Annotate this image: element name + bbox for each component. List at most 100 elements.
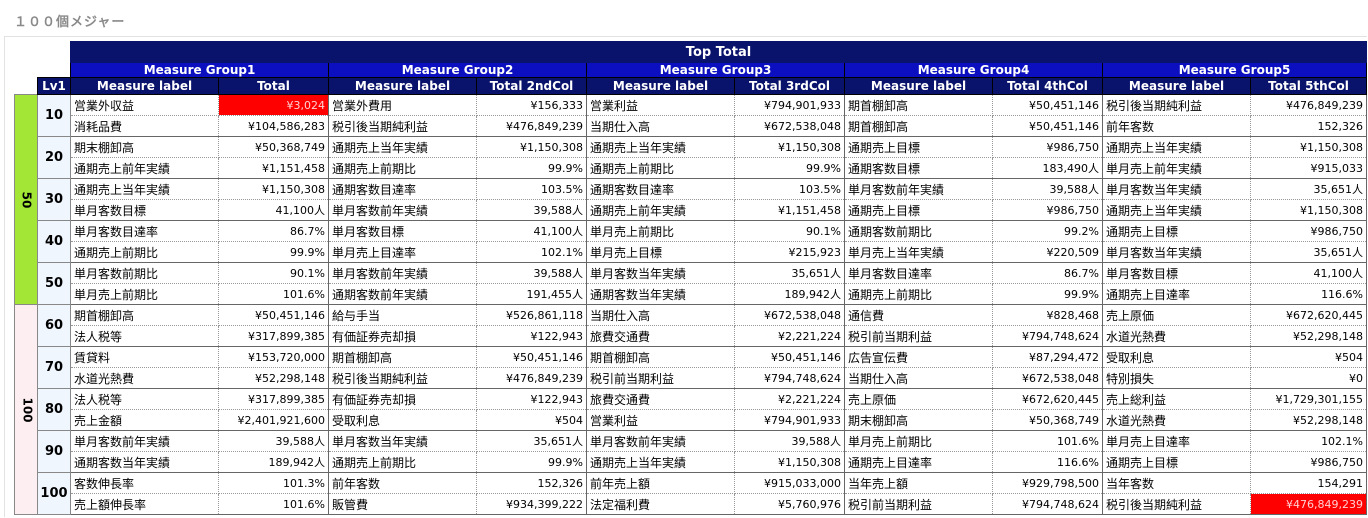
total-value-cell[interactable]: 189,942人 [218, 451, 329, 473]
measure-label-cell[interactable]: 売上総利益 [1102, 388, 1251, 410]
measure-label-cell[interactable]: 税引前当期利益 [586, 367, 735, 389]
total-value-cell[interactable]: ¥220,509 [992, 241, 1103, 263]
total-value-cell[interactable]: ¥50,451,146 [992, 94, 1103, 116]
total-value-cell[interactable]: ¥526,861,118 [476, 304, 587, 326]
total-value-cell[interactable]: 191,455人 [476, 283, 587, 305]
measure-label-cell[interactable]: 営業利益 [586, 94, 735, 116]
total-value-cell[interactable]: 152,326 [476, 472, 587, 494]
total-value-cell[interactable]: 102.1% [476, 241, 587, 263]
measure-label-cell[interactable]: 当年客数 [1102, 472, 1251, 494]
measure-label-cell[interactable]: 期末棚卸高 [70, 136, 219, 158]
measure-label-cell[interactable]: 営業外費用 [328, 94, 477, 116]
total-value-cell[interactable]: 99.9% [734, 157, 845, 179]
total-value-cell[interactable]: ¥986,750 [992, 136, 1103, 158]
measure-label-cell[interactable]: 通期売上当年実績 [586, 451, 735, 473]
measure-label-cell[interactable]: 営業利益 [586, 409, 735, 431]
measure-group-header[interactable]: Measure Group2 [328, 62, 587, 78]
measure-label-cell[interactable]: 単月客数前年実績 [844, 178, 993, 200]
measure-label-cell[interactable]: 有価証券売却損 [328, 388, 477, 410]
measure-label-header[interactable]: Measure label [328, 77, 477, 95]
total-value-cell[interactable]: ¥52,298,148 [1250, 409, 1368, 431]
measure-label-cell[interactable]: 期末棚卸高 [844, 409, 993, 431]
measure-group-header[interactable]: Measure Group3 [586, 62, 845, 78]
measure-label-cell[interactable]: 通期売上当年実績 [586, 136, 735, 158]
measure-label-cell[interactable]: 単月客数目標 [328, 220, 477, 242]
total-value-cell[interactable]: 116.6% [1250, 283, 1368, 305]
measure-label-cell[interactable]: 単月客数目標 [1102, 262, 1251, 284]
measure-label-header[interactable]: Measure label [70, 77, 219, 95]
measure-label-cell[interactable]: 税引前当期利益 [844, 325, 993, 347]
measure-label-cell[interactable]: 通期客数目達率 [328, 178, 477, 200]
total-value-cell[interactable]: ¥50,451,146 [476, 346, 587, 368]
total-value-cell[interactable]: ¥1,150,308 [1250, 199, 1368, 221]
measure-label-cell[interactable]: 単月客数当年実績 [1102, 178, 1251, 200]
total-value-cell[interactable]: ¥504 [1250, 346, 1368, 368]
measure-label-cell[interactable]: 旅費交通費 [586, 388, 735, 410]
total-value-cell[interactable]: 90.1% [734, 220, 845, 242]
total-value-cell[interactable]: 39,588人 [476, 262, 587, 284]
total-value-cell[interactable]: 35,651人 [1250, 178, 1368, 200]
total-value-cell[interactable]: 99.9% [476, 451, 587, 473]
lv1-group-cell[interactable]: 60 [37, 304, 71, 347]
measure-label-cell[interactable]: 営業外収益 [70, 94, 219, 116]
measure-label-cell[interactable]: 通期売上目標 [1102, 220, 1251, 242]
measure-label-cell[interactable]: 法定福利費 [586, 493, 735, 515]
total-value-cell[interactable]: ¥672,620,445 [1250, 304, 1368, 326]
measure-label-cell[interactable]: 通期売上目達率 [1102, 283, 1251, 305]
total-value-cell[interactable]: ¥2,221,224 [734, 325, 845, 347]
total-value-cell[interactable]: 101.3% [218, 472, 329, 494]
measure-group-header[interactable]: Measure Group1 [70, 62, 329, 78]
total-value-cell[interactable]: ¥1,151,458 [218, 157, 329, 179]
total-value-cell[interactable]: ¥52,298,148 [218, 367, 329, 389]
total-value-cell[interactable]: ¥50,451,146 [734, 346, 845, 368]
measure-label-cell[interactable]: 受取利息 [1102, 346, 1251, 368]
measure-label-cell[interactable]: 通期売上前期比 [328, 451, 477, 473]
lv1-group-cell[interactable]: 80 [37, 388, 71, 431]
total-value-cell[interactable]: ¥794,748,624 [992, 325, 1103, 347]
lv1-group-cell[interactable]: 100 [37, 472, 71, 515]
total-value-cell[interactable]: 41,100人 [218, 199, 329, 221]
total-column-header[interactable]: Total [218, 77, 329, 95]
measure-label-cell[interactable]: 通期売上当年実績 [70, 178, 219, 200]
measure-label-cell[interactable]: 単月客数目達率 [844, 262, 993, 284]
measure-label-cell[interactable]: 単月客数前年実績 [586, 430, 735, 452]
total-value-cell[interactable]: ¥986,750 [1250, 220, 1368, 242]
measure-label-cell[interactable]: 通期売上前期比 [586, 157, 735, 179]
total-value-cell[interactable]: ¥52,298,148 [1250, 325, 1368, 347]
measure-label-cell[interactable]: 通期客数当年実績 [586, 283, 735, 305]
total-value-cell[interactable]: ¥672,620,445 [992, 388, 1103, 410]
measure-label-cell[interactable]: 期首棚卸高 [844, 115, 993, 137]
measure-label-cell[interactable]: 単月売上目標 [586, 241, 735, 263]
total-column-header[interactable]: Total 4thCol [992, 77, 1103, 95]
measure-label-cell[interactable]: 単月客数前年実績 [328, 199, 477, 221]
total-value-cell[interactable]: 152,326 [1250, 115, 1368, 137]
measure-label-header[interactable]: Measure label [586, 77, 735, 95]
measure-label-cell[interactable]: 通期売上目標 [844, 199, 993, 221]
measure-label-cell[interactable]: 期首棚卸高 [586, 346, 735, 368]
total-value-cell[interactable]: 39,588人 [218, 430, 329, 452]
total-value-cell[interactable]: ¥50,451,146 [218, 304, 329, 326]
measure-label-cell[interactable]: 通期客数目達率 [586, 178, 735, 200]
total-value-cell[interactable]: ¥1,151,458 [734, 199, 845, 221]
measure-label-cell[interactable]: 当期仕入高 [844, 367, 993, 389]
total-value-cell[interactable]: ¥0 [1250, 367, 1368, 389]
total-value-cell[interactable]: ¥672,538,048 [734, 304, 845, 326]
measure-label-cell[interactable]: 単月売上前期比 [844, 430, 993, 452]
measure-label-cell[interactable]: 単月客数当年実績 [1102, 241, 1251, 263]
total-value-cell[interactable]: 154,291 [1250, 472, 1368, 494]
measure-label-cell[interactable]: 通期客数前期比 [844, 220, 993, 242]
total-value-cell[interactable]: ¥476,849,239 [476, 367, 587, 389]
total-value-cell[interactable]: ¥1,150,308 [734, 451, 845, 473]
total-value-cell[interactable]: ¥50,368,749 [992, 409, 1103, 431]
total-value-cell[interactable]: ¥794,901,933 [734, 409, 845, 431]
total-value-cell[interactable]: ¥215,923 [734, 241, 845, 263]
measure-label-cell[interactable]: 客数伸長率 [70, 472, 219, 494]
measure-label-cell[interactable]: 当年売上額 [844, 472, 993, 494]
total-value-cell[interactable]: 183,490人 [992, 157, 1103, 179]
total-value-cell[interactable]: ¥672,538,048 [734, 115, 845, 137]
measure-label-cell[interactable]: 単月売上目達率 [1102, 430, 1251, 452]
total-value-cell[interactable]: ¥915,033,000 [734, 472, 845, 494]
measure-label-cell[interactable]: 通期客数前年実績 [328, 283, 477, 305]
total-value-cell[interactable]: ¥504 [476, 409, 587, 431]
measure-label-cell[interactable]: 通期売上前期比 [328, 157, 477, 179]
